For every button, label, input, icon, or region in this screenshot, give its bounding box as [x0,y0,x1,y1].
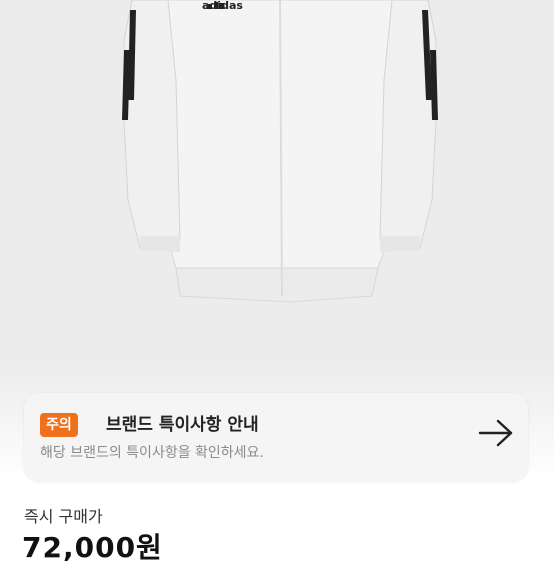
notice-description: 해당 브랜드의 특이사항을 확인하세요. [40,445,264,461]
brand-notice-card[interactable]: 주의 브랜드 특이사항 안내 해당 브랜드의 특이사항을 확인하세요. [24,393,528,481]
notice-title: 브랜드 특이사항 안내 [106,415,259,435]
jacket-image [122,0,438,303]
arrow-right-icon[interactable] [478,419,514,447]
instant-buy-label: 즉시 구매가 [24,507,103,526]
brand-logo-text: adidas [202,0,243,12]
warning-badge: 주의 [40,413,78,437]
product-image[interactable]: adidas [0,0,554,362]
instant-buy-price: 72,000원 [22,531,163,564]
